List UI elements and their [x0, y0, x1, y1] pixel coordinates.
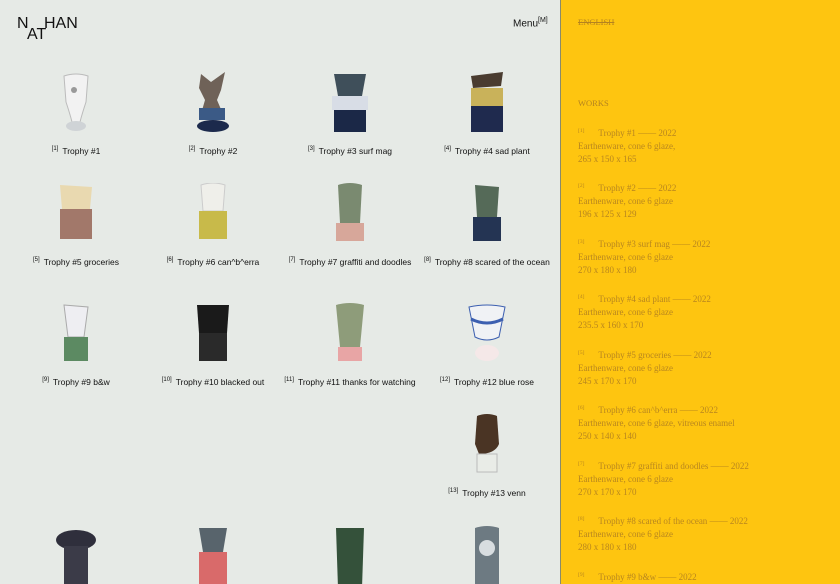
- work-entry[interactable]: [2] Trophy #2 —— 2022 Earthenware, cone 6…: [578, 180, 676, 221]
- work-title-line: [7] Trophy #7 graffiti and doodles —— 202…: [578, 461, 749, 471]
- trophy-2-image[interactable]: [181, 72, 245, 140]
- trophy-10-image[interactable]: [181, 303, 245, 371]
- trophy-image[interactable]: [318, 526, 382, 584]
- work-dims: 250 x 140 x 140: [578, 431, 637, 441]
- trophy-13-image[interactable]: [455, 414, 519, 482]
- work-entry[interactable]: [9] Trophy #9 b&w —— 2022: [578, 569, 697, 584]
- trophy-5-image[interactable]: [44, 183, 108, 251]
- work-dims: 270 x 170 x 170: [578, 487, 637, 497]
- gallery-caption: [4] Trophy #4 sad plant: [444, 146, 530, 156]
- trophy-7-image[interactable]: [318, 183, 382, 251]
- gallery-item[interactable]: [3] Trophy #3 surf mag: [282, 72, 418, 157]
- work-entry[interactable]: [6] Trophy #6 can^b^erra —— 2022 Earthenw…: [578, 402, 735, 443]
- work-material: Earthenware, cone 6 glaze: [578, 474, 673, 484]
- work-dims: 235.5 x 160 x 170: [578, 320, 644, 330]
- work-material: Earthenware, cone 6 glaze: [578, 196, 673, 206]
- work-dims: 265 x 150 x 165: [578, 154, 637, 164]
- work-entry[interactable]: [3] Trophy #3 surf mag —— 2022 Earthenwar…: [578, 236, 710, 277]
- gallery-caption: [6] Trophy #6 can^b^erra: [166, 257, 260, 267]
- logo-letters-han: HAN: [44, 15, 78, 32]
- work-material: Earthenware, cone 6 glaze, vitreous enam…: [578, 418, 735, 428]
- trophy-8-image[interactable]: [455, 183, 519, 251]
- menu-button[interactable]: Menu[M]: [513, 17, 548, 29]
- gallery-item[interactable]: [11] Trophy #11 thanks for watching: [282, 303, 418, 388]
- gallery-item[interactable]: [1] Trophy #1: [8, 72, 144, 157]
- gallery-item[interactable]: [13] Trophy #13 venn: [419, 414, 555, 499]
- gallery-item[interactable]: [5] Trophy #5 groceries: [8, 183, 144, 268]
- menu-label: Menu: [513, 18, 539, 30]
- work-entry[interactable]: [8] Trophy #8 scared of the ocean —— 2022…: [578, 513, 748, 554]
- work-title-line: [4] Trophy #4 sad plant —— 2022: [578, 294, 711, 304]
- work-material: Earthenware, cone 6 glaze: [578, 363, 673, 373]
- gallery-caption: [10] Trophy #10 blacked out: [161, 377, 265, 387]
- work-material: Earthenware, cone 6 glaze: [578, 252, 673, 262]
- work-material: Earthenware, cone 6 glaze: [578, 307, 673, 317]
- gallery-caption: [11] Trophy #11 thanks for watching: [284, 377, 416, 387]
- work-entry[interactable]: [5] Trophy #5 groceries —— 2022 Earthenwa…: [578, 347, 712, 388]
- gallery-caption: [3] Trophy #3 surf mag: [307, 146, 393, 156]
- gallery-caption: [5] Trophy #5 groceries: [33, 257, 119, 267]
- trophy-12-image[interactable]: [455, 303, 519, 371]
- work-dims: 196 x 125 x 129: [578, 209, 637, 219]
- gallery-caption: [12] Trophy #12 blue rose: [439, 377, 535, 387]
- gallery-item[interactable]: [10] Trophy #10 blacked out: [145, 303, 281, 388]
- gallery-pane: N AT HAN Menu[M] [1] Trophy #1 [2] Trophy …: [0, 0, 561, 584]
- trophy-6-image[interactable]: [181, 182, 245, 251]
- trophy-9-image[interactable]: [44, 303, 108, 371]
- work-title-line: [3] Trophy #3 surf mag —— 2022: [578, 239, 711, 249]
- gallery-item[interactable]: [282, 526, 418, 584]
- works-sidebar: ENGLISH WORKS [1] Trophy #1 —— 2022 Earth…: [561, 0, 840, 584]
- trophy-1-image[interactable]: [44, 72, 108, 140]
- work-material: Earthenware, cone 6 glaze,: [578, 141, 676, 151]
- menu-shortcut: [M]: [538, 17, 548, 24]
- language-toggle[interactable]: ENGLISH: [578, 17, 614, 27]
- work-dims: 245 x 170 x 170: [578, 376, 637, 386]
- trophy-3-image[interactable]: [318, 72, 382, 140]
- work-entry[interactable]: [7] Trophy #7 graffiti and doodles —— 202…: [578, 458, 749, 499]
- gallery-item[interactable]: [12] Trophy #12 blue rose: [419, 303, 555, 388]
- works-heading: WORKS: [578, 98, 609, 108]
- work-title-line: [9] Trophy #9 b&w —— 2022: [578, 572, 697, 582]
- work-entry[interactable]: [4] Trophy #4 sad plant —— 2022 Earthenwa…: [578, 291, 711, 332]
- trophy-image[interactable]: [455, 526, 519, 584]
- work-title-line: [6] Trophy #6 can^b^erra —— 2022: [578, 405, 719, 415]
- gallery-item[interactable]: [7] Trophy #7 graffiti and doodles: [282, 183, 418, 268]
- gallery-caption: [8] Trophy #8 scared of the ocean: [424, 257, 550, 267]
- gallery-caption: [7] Trophy #7 graffiti and doodles: [288, 257, 412, 267]
- trophy-image[interactable]: [44, 526, 108, 584]
- work-dims: 280 x 180 x 180: [578, 542, 637, 552]
- gallery-caption: [13] Trophy #13 venn: [448, 488, 526, 498]
- trophy-image[interactable]: [181, 526, 245, 584]
- gallery-item[interactable]: [8, 526, 144, 584]
- work-dims: 270 x 180 x 180: [578, 265, 637, 275]
- gallery-caption: [2] Trophy #2: [188, 146, 238, 156]
- trophy-11-image[interactable]: [318, 303, 382, 371]
- gallery-item[interactable]: [145, 526, 281, 584]
- gallery-item[interactable]: [9] Trophy #9 b&w: [8, 303, 144, 388]
- work-title-line: [5] Trophy #5 groceries —— 2022: [578, 350, 712, 360]
- gallery-caption: [1] Trophy #1: [51, 146, 101, 156]
- gallery-item[interactable]: [8] Trophy #8 scared of the ocean: [419, 183, 555, 268]
- work-entry[interactable]: [1] Trophy #1 —— 2022 Earthenware, cone 6…: [578, 125, 676, 166]
- work-title-line: [8] Trophy #8 scared of the ocean —— 2022: [578, 516, 748, 526]
- gallery-caption: [9] Trophy #9 b&w: [42, 377, 110, 387]
- work-title-line: [1] Trophy #1 —— 2022: [578, 128, 677, 138]
- trophy-4-image[interactable]: [455, 72, 519, 140]
- gallery-item[interactable]: [419, 526, 555, 584]
- work-material: Earthenware, cone 6 glaze: [578, 529, 673, 539]
- gallery-item[interactable]: [2] Trophy #2: [145, 72, 281, 157]
- gallery-item[interactable]: [4] Trophy #4 sad plant: [419, 72, 555, 157]
- work-title-line: [2] Trophy #2 —— 2022: [578, 183, 677, 193]
- gallery-item[interactable]: [6] Trophy #6 can^b^erra: [145, 182, 281, 268]
